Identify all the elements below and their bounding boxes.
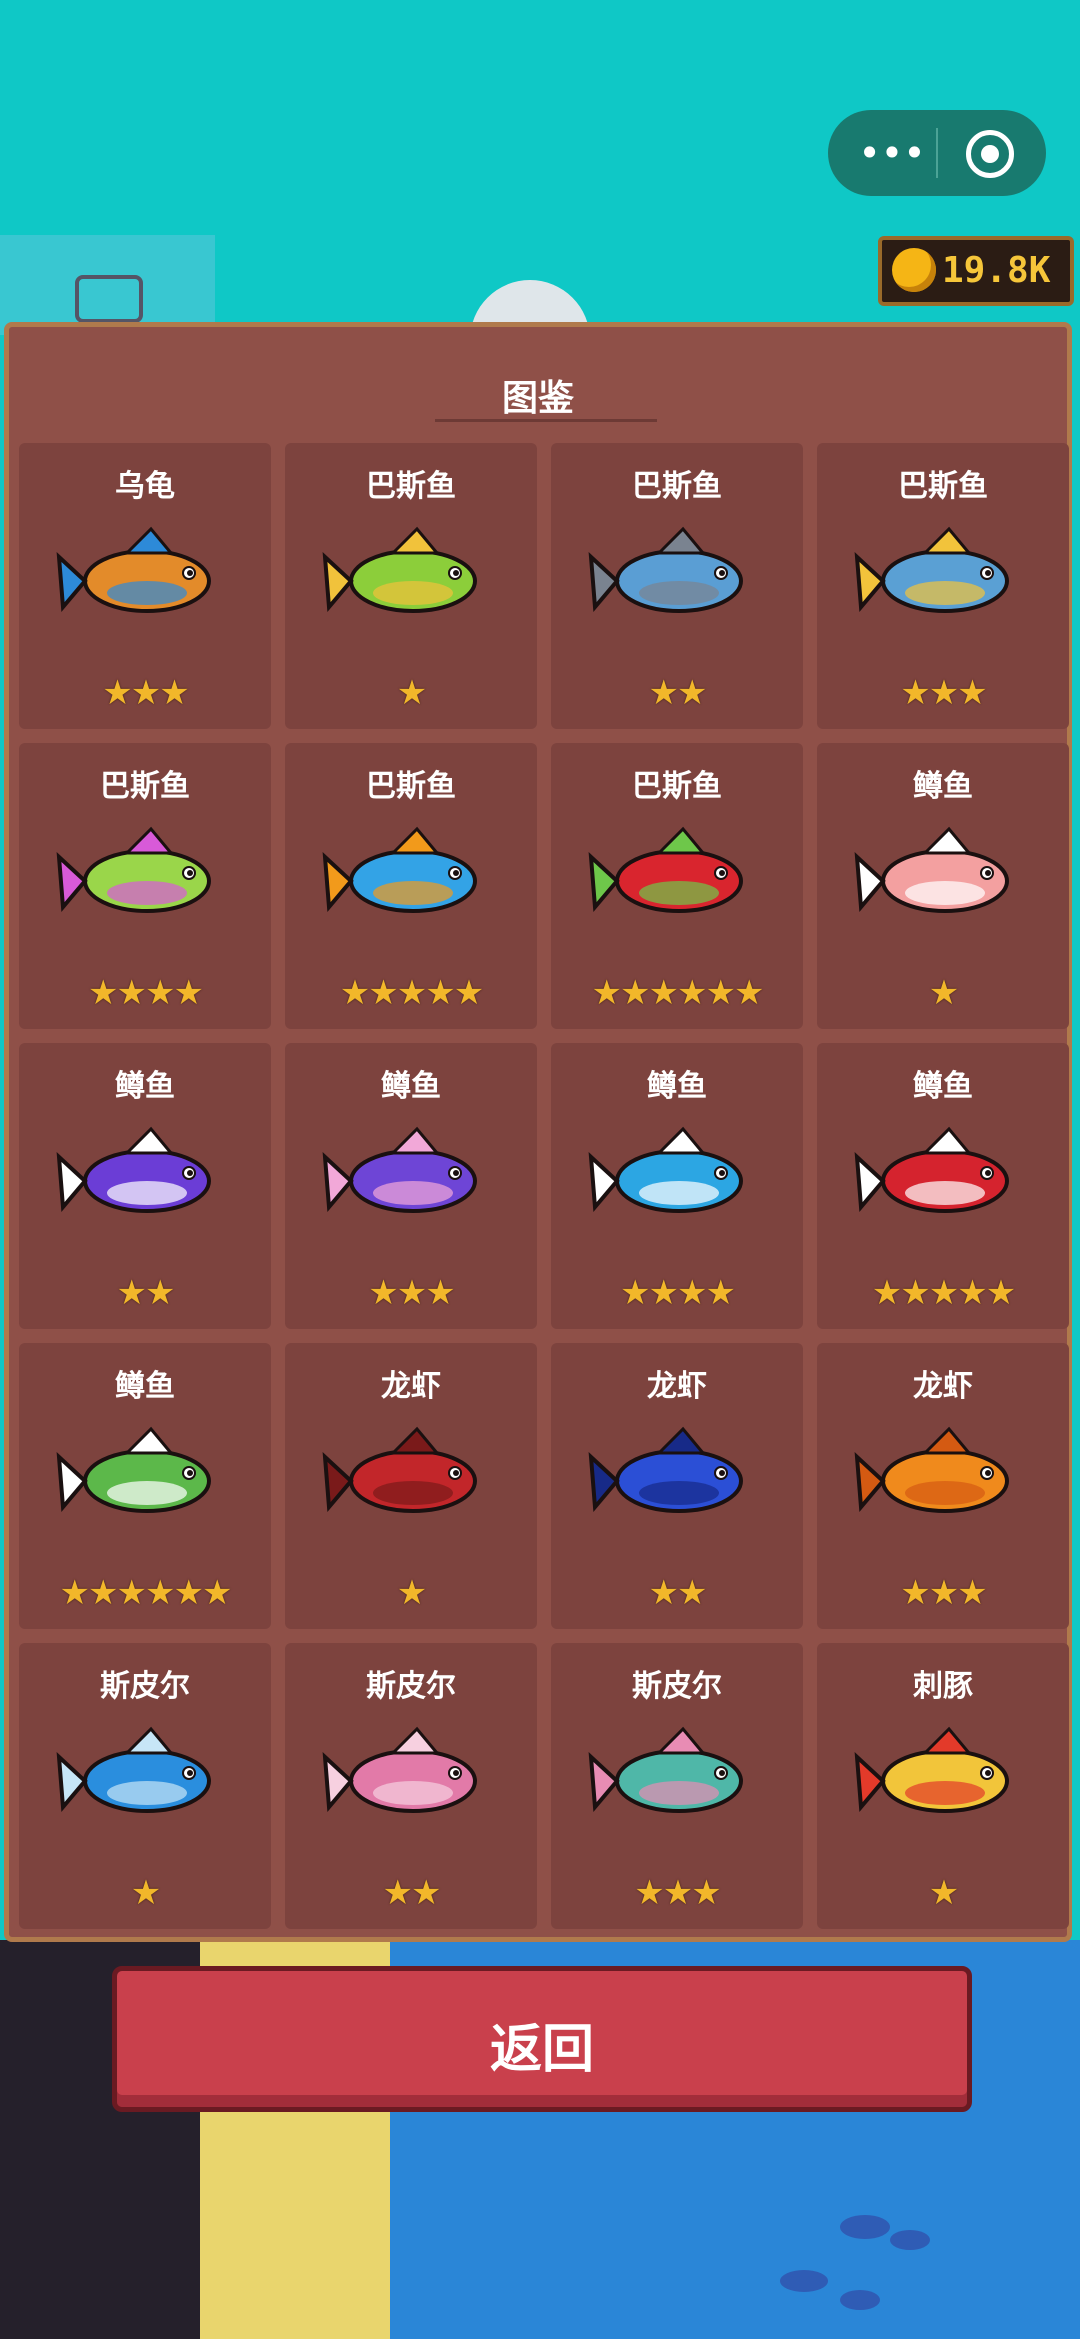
return-button-label: 返回 [489,2020,594,2080]
side-fishing-icon[interactable] [0,235,215,335]
collection-card[interactable]: 鳟鱼 ★★★★★★ [19,1343,271,1629]
rarity-stars: ★ [396,673,427,713]
collection-card[interactable]: 巴斯鱼 ★★ [551,443,803,729]
rarity-stars: ★★ [382,1873,442,1913]
collection-card[interactable]: 鳟鱼 ★★★ [285,1043,537,1329]
collection-card[interactable]: 鳟鱼 ★★★★ [551,1043,803,1329]
creature-sprite-icon [853,1123,1033,1233]
rarity-stars: ★★★ [900,1573,987,1613]
collection-card[interactable]: 斯皮尔 ★ [19,1643,271,1929]
rarity-stars: ★★★★★ [339,973,484,1013]
creature-name: 刺豚 [913,1669,973,1704]
rarity-stars: ★★★ [368,1273,455,1313]
rarity-stars: ★★★ [900,673,987,713]
creature-sprite-icon [55,1123,235,1233]
creature-sprite-icon [55,523,235,633]
rarity-stars: ★★★★ [620,1273,736,1313]
fish-shadow [890,2230,930,2250]
coin-counter: 19.8K [878,236,1074,306]
creature-sprite-icon [587,523,767,633]
rarity-stars: ★ [928,1873,959,1913]
panel-title: 图鉴 [501,378,574,419]
creature-name: 鳟鱼 [913,769,973,804]
rarity-stars: ★★★ [102,673,189,713]
creature-sprite-icon [587,823,767,933]
creature-name: 鳟鱼 [115,1369,175,1404]
creature-sprite-icon [321,823,501,933]
return-button[interactable]: 返回 [112,1966,972,2112]
collection-card[interactable]: 刺豚 ★ [817,1643,1069,1929]
collection-card[interactable]: 巴斯鱼 ★★★★★★ [551,743,803,1029]
collection-card[interactable]: 巴斯鱼 ★ [285,443,537,729]
collection-card[interactable]: 乌龟 ★★★ [19,443,271,729]
creature-name: 鳟鱼 [647,1069,707,1104]
title-underline [435,419,657,422]
creature-sprite-icon [321,523,501,633]
creature-name: 龙虾 [913,1369,973,1404]
collection-card[interactable]: 斯皮尔 ★★ [285,1643,537,1929]
creature-sprite-icon [55,1423,235,1533]
rarity-stars: ★★ [648,673,708,713]
creature-sprite-icon [321,1423,501,1533]
rarity-stars: ★★★★★ [871,1273,1016,1313]
creature-sprite-icon [853,1423,1033,1533]
creature-name: 巴斯鱼 [632,769,722,804]
coin-amount: 19.8K [942,250,1051,291]
collection-panel: 图鉴 乌龟 ★★★ 巴斯鱼 ★ 巴斯鱼 ★★ 巴斯鱼 ★★★ 巴斯鱼 ★★★★ 巴斯鱼 ★★★★★ 巴斯… [4,322,1072,1942]
rarity-stars: ★★ [116,1273,176,1313]
creature-name: 龙虾 [647,1369,707,1404]
creature-name: 巴斯鱼 [632,469,722,504]
collection-card[interactable]: 巴斯鱼 ★★★★★ [285,743,537,1029]
creature-name: 巴斯鱼 [366,469,456,504]
collection-card[interactable]: 斯皮尔 ★★★ [551,1643,803,1929]
creature-name: 斯皮尔 [100,1669,190,1704]
miniprogram-capsule: ••• [828,110,1046,196]
creature-name: 巴斯鱼 [366,769,456,804]
fish-shadow [780,2270,828,2292]
fish-shadow [840,2215,890,2239]
coin-icon [892,248,936,292]
creature-sprite-icon [853,823,1033,933]
rarity-stars: ★★★ [634,1873,721,1913]
collection-card[interactable]: 巴斯鱼 ★★★★ [19,743,271,1029]
collection-card[interactable]: 龙虾 ★ [285,1343,537,1629]
creature-sprite-icon [853,523,1033,633]
close-target-icon[interactable] [966,130,1014,178]
creature-name: 乌龟 [115,469,175,504]
creature-name: 鳟鱼 [913,1069,973,1104]
creature-sprite-icon [321,1723,501,1833]
rarity-stars: ★ [396,1573,427,1613]
creature-name: 巴斯鱼 [898,469,988,504]
collection-card[interactable]: 鳟鱼 ★★★★★ [817,1043,1069,1329]
creature-name: 巴斯鱼 [100,769,190,804]
capsule-divider [936,128,938,178]
creature-sprite-icon [853,1723,1033,1833]
rarity-stars: ★★★★ [88,973,204,1013]
creature-sprite-icon [55,1723,235,1833]
rarity-stars: ★★★★★★ [591,973,765,1013]
rarity-stars: ★★ [648,1573,708,1613]
collection-card[interactable]: 鳟鱼 ★★ [19,1043,271,1329]
collection-card[interactable]: 龙虾 ★★ [551,1343,803,1629]
creature-name: 斯皮尔 [632,1669,722,1704]
rarity-stars: ★ [928,973,959,1013]
creature-name: 鳟鱼 [115,1069,175,1104]
creature-sprite-icon [321,1123,501,1233]
collection-card[interactable]: 鳟鱼 ★ [817,743,1069,1029]
creature-name: 龙虾 [381,1369,441,1404]
fish-skeleton-icon [75,275,143,323]
rarity-stars: ★★★★★★ [59,1573,233,1613]
creature-sprite-icon [587,1723,767,1833]
creature-name: 鳟鱼 [381,1069,441,1104]
collection-card[interactable]: 龙虾 ★★★ [817,1343,1069,1629]
creature-sprite-icon [587,1423,767,1533]
creature-name: 斯皮尔 [366,1669,456,1704]
more-menu-icon[interactable]: ••• [852,132,932,174]
rarity-stars: ★ [130,1873,161,1913]
creature-sprite-icon [587,1123,767,1233]
creature-sprite-icon [55,823,235,933]
collection-card[interactable]: 巴斯鱼 ★★★ [817,443,1069,729]
fish-shadow [840,2290,880,2310]
